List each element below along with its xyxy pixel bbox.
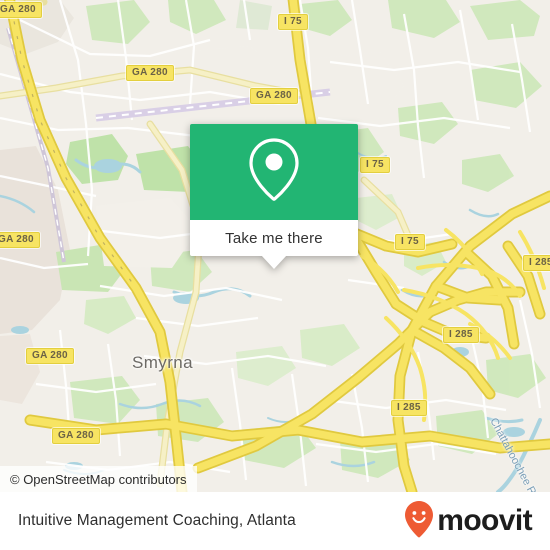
- highway-shield: I 75: [395, 234, 425, 250]
- highway-shield: I 75: [278, 14, 308, 30]
- moovit-pin-icon: [404, 500, 434, 543]
- highway-shield: I 285: [443, 327, 479, 343]
- highway-shield: GA 280: [250, 88, 298, 104]
- map-canvas[interactable]: Smyrna Chattahoochee River GA 280 I 75 G…: [0, 0, 550, 492]
- highway-shield: GA 280: [126, 65, 174, 81]
- page-title: Intuitive Management Coaching, Atlanta: [18, 512, 296, 529]
- highway-shield: I 285: [391, 400, 427, 416]
- popup-header: [190, 124, 358, 220]
- location-popup[interactable]: Take me there: [190, 124, 358, 269]
- osm-attribution[interactable]: © OpenStreetMap contributors: [0, 466, 197, 492]
- highway-shield: GA 280: [26, 348, 74, 364]
- map-page: Smyrna Chattahoochee River GA 280 I 75 G…: [0, 0, 550, 550]
- highway-shield: I 75: [360, 157, 390, 173]
- take-me-there-label: Take me there: [225, 229, 323, 247]
- place-label-smyrna: Smyrna: [132, 353, 193, 372]
- osm-attribution-text: © OpenStreetMap contributors: [10, 471, 187, 487]
- footer-bar: Intuitive Management Coaching, Atlanta m…: [0, 492, 550, 550]
- highway-shield: GA 280: [0, 232, 40, 248]
- highway-shield: GA 280: [0, 2, 42, 18]
- moovit-wordmark: moovit: [437, 504, 532, 537]
- popup-pointer: [261, 255, 287, 269]
- moovit-logo[interactable]: moovit: [404, 500, 533, 543]
- map-pin-icon: [246, 136, 302, 209]
- highway-shield: GA 280: [52, 428, 100, 444]
- highway-shield: I 285: [523, 255, 550, 271]
- take-me-there-button[interactable]: Take me there: [190, 220, 358, 256]
